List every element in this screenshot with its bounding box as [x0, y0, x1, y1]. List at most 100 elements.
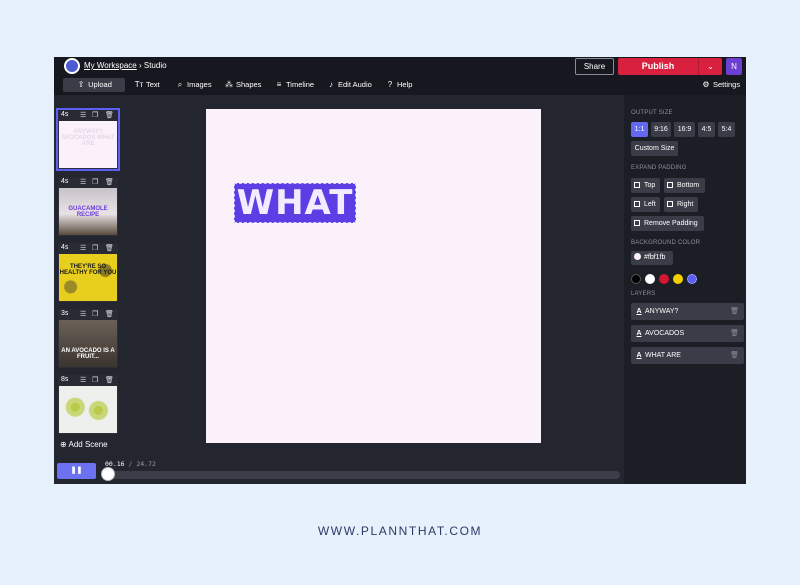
- padding-left-label: Left: [644, 201, 656, 208]
- swatch-white[interactable]: [645, 274, 655, 284]
- size-option-5-4[interactable]: 5:4: [718, 122, 735, 137]
- app-logo[interactable]: [64, 58, 80, 74]
- scene-settings-icon[interactable]: ☰: [80, 310, 86, 318]
- trash-icon[interactable]: 🗑: [105, 111, 114, 119]
- duplicate-icon[interactable]: ❐: [92, 376, 98, 384]
- size-option-9-16[interactable]: 9:16: [651, 122, 671, 137]
- remove-padding-label: Remove Padding: [644, 220, 698, 227]
- layer-item[interactable]: A ANYWAY? 🗑: [631, 303, 744, 320]
- shapes-icon: ⁂: [225, 80, 233, 89]
- scene-toolbar: 4s ☰ ❐ 🗑: [58, 177, 118, 188]
- output-size-title: OUTPUT SIZE: [631, 110, 673, 116]
- padding-left-checkbox[interactable]: Left: [631, 197, 660, 212]
- scene-thumbnail: AN AVOCADO IS A FRUIT...: [59, 320, 117, 367]
- edit-audio-button[interactable]: ♪ Edit Audio: [326, 78, 372, 92]
- swatch-custom-color-icon[interactable]: [687, 274, 697, 284]
- padding-bottom-checkbox[interactable]: Bottom: [664, 178, 705, 193]
- scene-thumbnail: THEY'RE SO HEALTHY FOR YOU: [59, 254, 117, 301]
- trash-icon[interactable]: 🗑: [105, 178, 114, 186]
- trash-icon[interactable]: 🗑: [730, 303, 739, 320]
- breadcrumb-separator: ›: [136, 61, 144, 70]
- scene-card[interactable]: GUACAMOLE RECIPE 4s ☰ ❐ 🗑: [58, 177, 118, 236]
- timeline-scrubber-track[interactable]: [102, 471, 620, 479]
- scene-card[interactable]: ANYWAY? AVOCADOS WHAT ARE 4s ☰ ❐ 🗑: [56, 108, 120, 171]
- layers-title: LAYERS: [631, 291, 656, 297]
- color-dot: [634, 253, 641, 260]
- padding-top-checkbox[interactable]: Top: [631, 178, 660, 193]
- timeline-playhead[interactable]: [101, 467, 116, 481]
- editor-canvas[interactable]: WHAT: [206, 109, 541, 443]
- size-option-16-9[interactable]: 16:9: [674, 122, 695, 137]
- timeline-tool-button[interactable]: ≡ Timeline: [274, 78, 314, 92]
- scene-settings-icon[interactable]: ☰: [80, 111, 86, 119]
- scene-settings-icon[interactable]: ☰: [80, 244, 86, 252]
- edit-audio-label: Edit Audio: [338, 80, 372, 89]
- text-layer-selection[interactable]: WHAT: [234, 183, 356, 223]
- scene-settings-icon[interactable]: ☰: [80, 376, 86, 384]
- breadcrumb-project: Studio: [143, 61, 167, 70]
- pause-button[interactable]: ❚❚: [57, 463, 96, 479]
- background-color-picker[interactable]: #fbf1fb: [631, 251, 673, 265]
- padding-right-checkbox[interactable]: Right: [664, 197, 698, 212]
- breadcrumb-workspace[interactable]: My Workspace: [84, 61, 137, 70]
- settings-button[interactable]: ⚙ Settings: [701, 78, 740, 92]
- help-button[interactable]: ? Help: [385, 78, 413, 92]
- add-scene-button[interactable]: ⊕ Add Scene: [60, 440, 108, 449]
- add-scene-label: Add Scene: [68, 440, 108, 449]
- text-layer-icon: A: [636, 352, 642, 359]
- scene-thumb-text: ANYWAY? AVOCADOS WHAT ARE: [61, 129, 115, 147]
- duplicate-icon[interactable]: ❐: [92, 178, 98, 186]
- user-avatar[interactable]: N: [726, 58, 742, 75]
- duplicate-icon[interactable]: ❐: [92, 244, 98, 252]
- scene-duration: 3s: [61, 310, 69, 317]
- publish-dropdown-icon[interactable]: ⌄: [698, 58, 722, 75]
- expand-padding-title: EXPAND PADDING: [631, 165, 687, 171]
- timeline-bar: ❚❚ 00.16 / 24.72: [54, 457, 624, 484]
- canvas-text-what[interactable]: WHAT: [235, 184, 355, 222]
- text-layer-icon: A: [636, 330, 642, 337]
- help-label: Help: [397, 80, 413, 89]
- trash-icon[interactable]: 🗑: [105, 244, 114, 252]
- share-button[interactable]: Share: [575, 58, 614, 75]
- images-tool-label: Images: [187, 80, 212, 89]
- properties-panel: OUTPUT SIZE 1:1 9:16 16:9 4:5 5:4 Custom…: [624, 95, 746, 484]
- scene-card[interactable]: 8s ☰ ❐ 🗑: [58, 375, 118, 434]
- trash-icon[interactable]: 🗑: [105, 376, 114, 384]
- text-tool-button[interactable]: Tт Text: [134, 78, 160, 92]
- scene-toolbar: 8s ☰ ❐ 🗑: [58, 375, 118, 386]
- trash-icon[interactable]: 🗑: [730, 347, 739, 364]
- swatch-black[interactable]: [631, 274, 641, 284]
- scene-toolbar: 4s ☰ ❐ 🗑: [58, 110, 118, 121]
- duplicate-icon[interactable]: ❐: [92, 111, 98, 119]
- swatch-yellow[interactable]: [673, 274, 683, 284]
- images-tool-button[interactable]: ⌕ Images: [175, 78, 212, 92]
- scene-thumbnail: GUACAMOLE RECIPE: [59, 188, 117, 235]
- top-bar: My Workspace › Studio Share Publish ⌄ N: [54, 57, 746, 75]
- total-time: 24.72: [136, 460, 156, 468]
- scene-toolbar: 3s ☰ ❐ 🗑: [58, 309, 118, 320]
- scene-thumb-text: AN AVOCADO IS A FRUIT...: [61, 348, 115, 360]
- upload-button[interactable]: ⇧ Upload: [63, 78, 125, 92]
- publish-button[interactable]: Publish: [618, 58, 698, 75]
- size-option-4-5[interactable]: 4:5: [698, 122, 715, 137]
- remove-padding-checkbox[interactable]: Remove Padding: [631, 216, 704, 231]
- custom-size-button[interactable]: Custom Size: [631, 141, 678, 156]
- trash-icon[interactable]: 🗑: [105, 310, 114, 318]
- scenes-panel: ANYWAY? AVOCADOS WHAT ARE 4s ☰ ❐ 🗑 GUACA…: [54, 95, 124, 463]
- scene-duration: 4s: [61, 178, 69, 185]
- swatch-red[interactable]: [659, 274, 669, 284]
- size-option-1-1[interactable]: 1:1: [631, 122, 648, 137]
- scene-card[interactable]: THEY'RE SO HEALTHY FOR YOU 4s ☰ ❐ 🗑: [58, 243, 118, 302]
- scene-card[interactable]: AN AVOCADO IS A FRUIT... 3s ☰ ❐ 🗑: [58, 309, 118, 368]
- shapes-tool-button[interactable]: ⁂ Shapes: [224, 78, 261, 92]
- checkbox-icon: [634, 201, 640, 207]
- layer-label: AVOCADOS: [645, 330, 685, 337]
- layer-item[interactable]: A AVOCADOS 🗑: [631, 325, 744, 342]
- duplicate-icon[interactable]: ❐: [92, 310, 98, 318]
- scene-settings-icon[interactable]: ☰: [80, 178, 86, 186]
- scene-thumb-text: GUACAMOLE RECIPE: [68, 206, 108, 218]
- settings-label: Settings: [713, 80, 741, 89]
- layer-item[interactable]: A WHAT ARE 🗑: [631, 347, 744, 364]
- gear-icon: ⚙: [702, 80, 710, 89]
- trash-icon[interactable]: 🗑: [730, 325, 739, 342]
